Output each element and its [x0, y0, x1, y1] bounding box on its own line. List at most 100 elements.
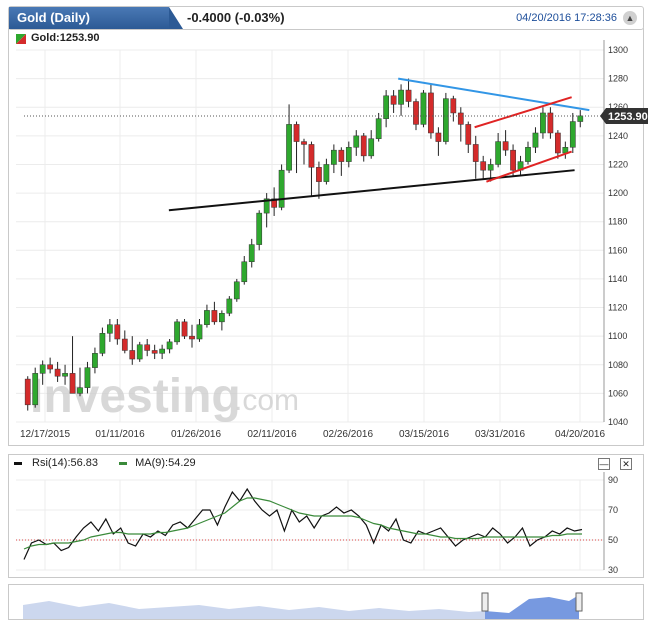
- candle-body: [278, 169, 285, 208]
- candle-body: [92, 353, 98, 368]
- navigator-area-selected: [485, 595, 579, 619]
- candle-body: [360, 135, 367, 157]
- trendline-red-channel: [474, 96, 572, 129]
- candle-body: [219, 313, 225, 323]
- price-tag-text: 1253.90: [608, 111, 648, 123]
- candle-body: [569, 121, 576, 148]
- candle-body: [166, 341, 173, 350]
- candle-body: [248, 244, 255, 263]
- y-tick-label: 1140: [608, 274, 627, 284]
- candle-body: [555, 132, 561, 154]
- candle-body: [196, 324, 203, 340]
- candle-body: [443, 98, 449, 142]
- candle-body: [413, 101, 419, 125]
- candle-body: [189, 335, 195, 340]
- candle-body: [540, 112, 546, 134]
- candle-body: [233, 281, 240, 300]
- x-tick-label: 03/31/2016: [475, 429, 525, 440]
- candle-body: [62, 373, 68, 377]
- candle-body: [159, 348, 165, 354]
- candle-body: [39, 364, 46, 374]
- y-tick-label: 1120: [608, 303, 627, 313]
- y-tick-label: 1180: [608, 217, 627, 227]
- rsi-chart[interactable]: 30 50 70 90: [0, 446, 650, 586]
- candle-body: [495, 141, 501, 165]
- x-tick-label: 02/11/2016: [247, 429, 297, 440]
- candle-body: [84, 367, 91, 388]
- navigator-panel[interactable]: [8, 584, 644, 620]
- candle-body: [47, 364, 53, 370]
- x-tick-label: 04/20/2016: [555, 429, 605, 440]
- candle-body: [144, 344, 151, 351]
- candle-body: [338, 149, 345, 162]
- candle-body: [510, 149, 516, 171]
- candle-body: [174, 321, 180, 343]
- navigator-chart: [23, 592, 583, 619]
- price-chart[interactable]: Investing .com 1040 1060 1080 1100 1120 1140 1…: [0, 0, 650, 446]
- trendline-blue-trend: [398, 77, 590, 112]
- candle-body: [136, 344, 143, 360]
- candle-body: [241, 261, 248, 283]
- candle-body: [286, 124, 292, 171]
- candle-body: [99, 333, 106, 354]
- candle-body: [353, 135, 360, 148]
- candle-body: [577, 115, 584, 122]
- candle-body: [129, 350, 136, 360]
- candle-body: [301, 141, 307, 145]
- y-tick-label: 1200: [608, 188, 628, 198]
- candle-body: [487, 164, 494, 171]
- candle-body: [383, 95, 389, 119]
- candle-body: [345, 147, 352, 162]
- candle-body: [32, 373, 39, 406]
- candle-body: [457, 112, 464, 125]
- candle-body: [54, 368, 61, 377]
- y-tick-label: 1300: [608, 45, 628, 55]
- rsi-y-tick-label: 90: [608, 475, 618, 485]
- rsi-y-tick-label: 70: [608, 505, 618, 515]
- x-tick-label: 01/26/2016: [171, 429, 221, 440]
- trendline-support: [168, 169, 575, 212]
- candle-body: [532, 132, 539, 148]
- y-tick-label: 1080: [608, 360, 628, 370]
- y-tick-label: 1160: [608, 245, 627, 255]
- candle-body: [121, 338, 128, 351]
- candle-body: [211, 310, 218, 323]
- candle-body: [472, 144, 479, 162]
- candle-body: [480, 161, 487, 171]
- candle-body: [69, 373, 76, 394]
- candle-body: [204, 310, 210, 325]
- candle-body: [181, 321, 188, 337]
- x-tick-label: 02/26/2016: [323, 429, 373, 440]
- x-tick-label: 12/17/2015: [20, 429, 70, 440]
- candle-body: [390, 95, 397, 105]
- navigator-left-handle[interactable]: [481, 592, 489, 612]
- y-tick-label: 1220: [608, 159, 628, 169]
- y-tick-label: 1060: [608, 388, 628, 398]
- candle-body: [331, 149, 337, 165]
- candle-body: [502, 141, 509, 151]
- candle-body: [465, 124, 472, 145]
- x-tick-label: 01/11/2016: [95, 429, 145, 440]
- y-tick-label: 1280: [608, 74, 628, 84]
- watermark-suffix: .com: [234, 384, 299, 417]
- navigator-area-history: [23, 601, 485, 619]
- candle-body: [435, 132, 442, 142]
- candle-body: [114, 324, 121, 340]
- candle-body: [323, 164, 330, 182]
- candle-body: [450, 98, 457, 114]
- candle-body: [308, 144, 315, 168]
- candle-body: [293, 124, 300, 142]
- candle-body: [368, 138, 375, 157]
- rsi-line: [23, 487, 583, 560]
- candle-body: [398, 89, 404, 105]
- candle-body: [375, 118, 382, 139]
- x-tick-label: 03/15/2016: [399, 429, 449, 440]
- candle-body: [405, 89, 412, 102]
- candle-body: [77, 387, 83, 394]
- candle-body: [420, 92, 427, 125]
- rsi-y-tick-label: 50: [608, 535, 618, 545]
- rsi-y-tick-label: 30: [608, 565, 618, 575]
- navigator-right-handle[interactable]: [575, 592, 583, 612]
- candle-body: [107, 324, 113, 334]
- candle-body: [256, 212, 263, 245]
